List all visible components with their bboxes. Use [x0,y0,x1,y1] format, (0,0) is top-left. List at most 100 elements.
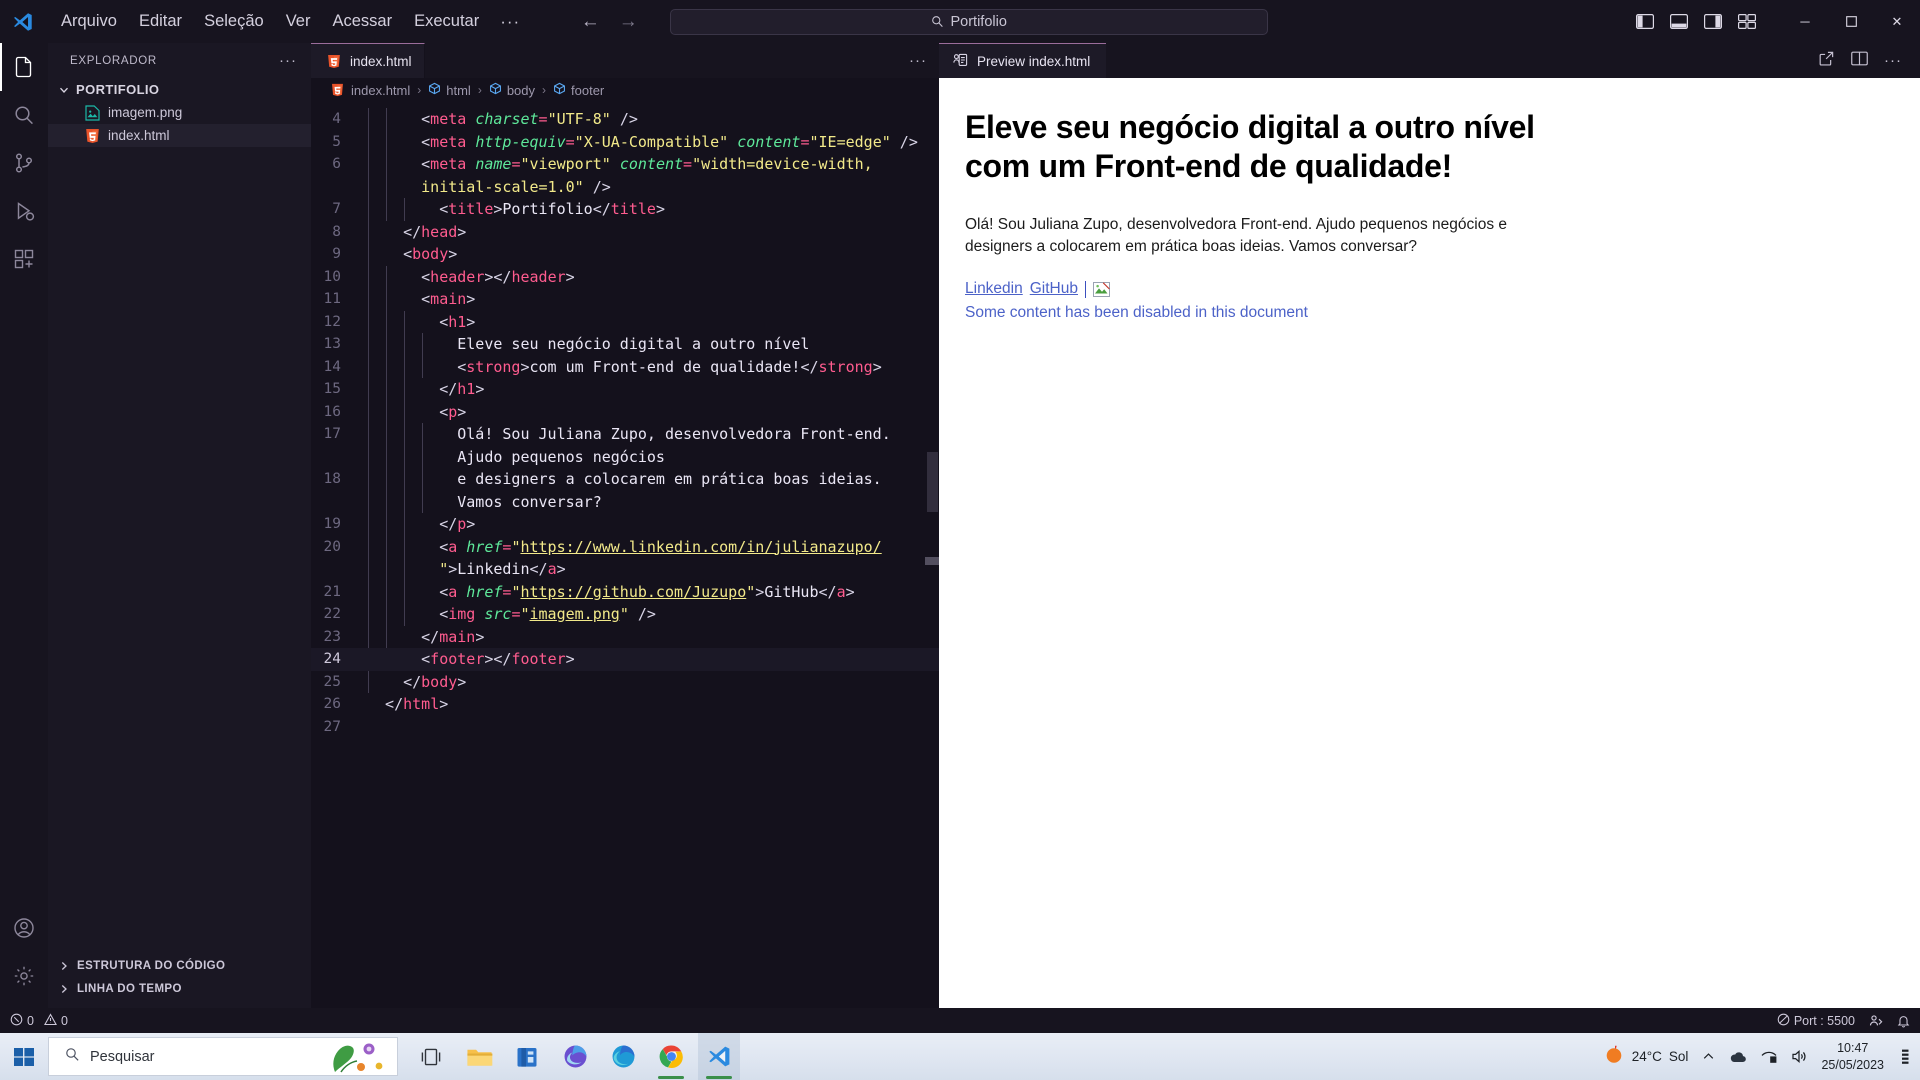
toggle-secondary-sidebar-icon[interactable] [1702,12,1724,32]
breadcrumb-symbol-html[interactable]: html [428,82,471,98]
start-button-icon[interactable] [0,1033,48,1080]
command-search-box[interactable]: Portifolio [670,8,1269,35]
breadcrumb-symbol-footer[interactable]: footer [553,82,604,98]
code-line[interactable]: 25 </body> [311,671,939,694]
breadcrumb-symbol-body[interactable]: body [489,82,535,98]
activity-search[interactable] [0,91,48,139]
explorer-more-actions-button[interactable]: ··· [279,52,297,69]
more-actions-icon[interactable]: ··· [1884,52,1902,69]
task-view-icon[interactable] [410,1033,452,1080]
microsoft-store-icon[interactable] [506,1033,548,1080]
activity-run-debug[interactable] [0,187,48,235]
live-server-port[interactable]: Port : 5500 [1777,1013,1855,1029]
token-link[interactable]: https://github.com/Juzupo [520,583,746,601]
code-line[interactable]: Ajudo pequenos negócios [311,446,939,469]
activity-accounts[interactable] [0,904,48,952]
menu-editar[interactable]: Editar [128,7,193,36]
code-line[interactable]: 18 e designers a colocarem em prática boa… [311,468,939,491]
code-line[interactable]: 19 </p> [311,513,939,536]
code-line[interactable]: 8 </head> [311,221,939,244]
vscode-taskbar-icon[interactable] [698,1033,740,1080]
code-editor[interactable]: 4 <meta charset="UTF-8" /> 5 <meta http-equ… [311,102,939,1008]
code-line[interactable]: 27 [311,716,939,739]
code-line[interactable]: 10 <header></header> [311,266,939,289]
activity-explorer[interactable] [0,43,48,91]
activity-source-control[interactable] [0,139,48,187]
forward-arrow-icon[interactable]: → [618,11,638,33]
section-estrutura-do-codigo[interactable]: ESTRUTURA DO CÓDIGO [48,954,311,977]
file-item-imagem-png[interactable]: imagem.png [48,101,311,124]
token-tag: a [448,537,458,556]
line-number: 24 [323,651,341,667]
breadcrumb-label: footer [571,82,605,98]
notifications-bell-icon[interactable] [1897,1014,1910,1028]
code-line[interactable]: 20 <a href="https://www.linkedin.com/in/j… [311,536,939,559]
code-line[interactable]: 11 <main> [311,288,939,311]
split-editor-icon[interactable] [1851,51,1868,71]
open-in-browser-icon[interactable] [1818,50,1835,72]
code-line[interactable]: 4 <meta charset="UTF-8" /> [311,108,939,131]
editor-actions-more-button[interactable]: ··· [909,43,939,78]
menu-executar[interactable]: Executar [403,7,490,36]
link-github[interactable]: GitHub [1030,280,1078,298]
folder-portifolio[interactable]: PORTIFOLIO [48,78,311,101]
token-link[interactable]: imagem.png [530,605,620,623]
code-line[interactable]: 15 </h1> [311,378,939,401]
taskbar-search-box[interactable]: Pesquisar [48,1037,398,1076]
code-line[interactable]: Vamos conversar? [311,491,939,514]
token-link[interactable]: https://www.linkedin.com/in/julianazupo/ [520,538,881,556]
minimap-slider[interactable] [925,557,939,565]
file-item-index-html[interactable]: index.html [48,124,311,147]
code-line[interactable]: 16 <p> [311,401,939,424]
code-line[interactable]: 7 <title>Portifolio</title> [311,198,939,221]
back-arrow-icon[interactable]: ← [580,11,600,33]
weather-widget[interactable]: 24°C Sol [1603,1044,1688,1069]
maximize-button[interactable] [1828,0,1874,43]
code-line[interactable]: 14 <strong>com um Front-end de qualidade!… [311,356,939,379]
code-line[interactable]: 9 <body> [311,243,939,266]
network-icon[interactable] [1761,1050,1777,1064]
activity-settings[interactable] [0,952,48,1000]
code-line[interactable]: ">Linkedin</a> [311,558,939,581]
microsoft-edge-icon[interactable] [602,1033,644,1080]
code-line[interactable]: initial-scale=1.0" /> [311,176,939,199]
code-line[interactable]: 24 <footer></footer> [311,648,939,671]
customize-layout-icon[interactable] [1736,12,1758,32]
live-share-button[interactable] [1869,1014,1883,1028]
code-line[interactable]: 12 <h1> [311,311,939,334]
toggle-primary-sidebar-icon[interactable] [1634,12,1656,32]
breadcrumb-file[interactable]: index.html [329,82,410,99]
section-linha-do-tempo[interactable]: LINHA DO TEMPO [48,977,311,1000]
code-line[interactable]: 26 </html> [311,693,939,716]
editor-scrollbar-thumb[interactable] [927,452,938,512]
code-line[interactable]: 23 </main> [311,626,939,649]
menu-arquivo[interactable]: Arquivo [50,7,128,36]
minimize-button[interactable]: ─ [1782,0,1828,43]
code-line[interactable]: 6 <meta name="viewport" content="width=de… [311,153,939,176]
activity-extensions[interactable] [0,235,48,283]
link-linkedin[interactable]: Linkedin [965,280,1023,298]
code-line[interactable]: 17 Olá! Sou Juliana Zupo, desenvolvedora … [311,423,939,446]
close-button[interactable]: ✕ [1874,0,1920,43]
google-chrome-icon[interactable] [650,1033,692,1080]
menu-acessar[interactable]: Acessar [321,7,403,36]
notification-center-icon[interactable] [1898,1048,1912,1066]
onedrive-icon[interactable] [1729,1050,1747,1064]
tab-index-html[interactable]: index.html [311,43,425,78]
code-line[interactable]: 21 <a href="https://github.com/Juzupo">Gi… [311,581,939,604]
menu-selecao[interactable]: Seleção [193,7,275,36]
clock-widget[interactable]: 10:47 25/05/2023 [1821,1040,1884,1073]
code-line[interactable]: 5 <meta http-equiv="X-UA-Compatible" cont… [311,131,939,154]
preview-icon [953,52,969,71]
edge-dev-icon[interactable] [554,1033,596,1080]
problems-status[interactable]: 0 0 [10,1012,68,1029]
menu-ver[interactable]: Ver [275,7,322,36]
volume-icon[interactable] [1791,1049,1807,1064]
code-line[interactable]: 13 Eleve seu negócio digital a outro níve… [311,333,939,356]
tab-preview-index-html[interactable]: Preview index.html [939,43,1107,78]
code-line[interactable]: 22 <img src="imagem.png" /> [311,603,939,626]
menu-overflow-button[interactable]: ··· [490,7,530,37]
toggle-panel-icon[interactable] [1668,12,1690,32]
file-explorer-icon[interactable] [458,1033,500,1080]
tray-expand-icon[interactable] [1702,1050,1715,1063]
